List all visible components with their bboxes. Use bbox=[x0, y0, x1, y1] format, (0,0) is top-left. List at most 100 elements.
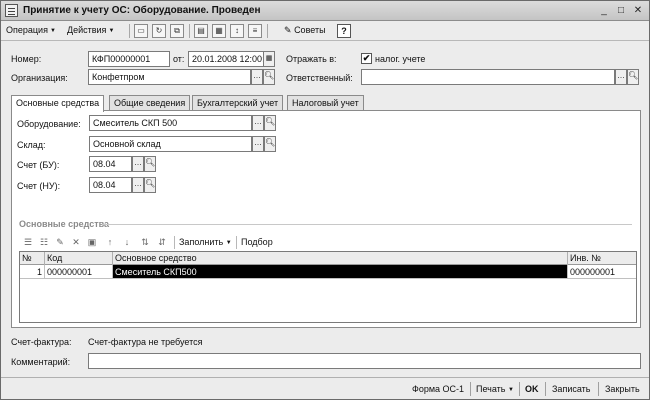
table-toolbar-separator bbox=[174, 236, 175, 249]
organization-select-button[interactable]: … bbox=[251, 69, 263, 85]
bottom-separator bbox=[598, 382, 599, 396]
add-row-icon[interactable]: ☰ bbox=[21, 235, 35, 249]
account-bu-field[interactable]: 08.04 bbox=[89, 156, 132, 172]
minimize-button[interactable]: _ bbox=[597, 4, 611, 17]
account-nu-select-button[interactable]: … bbox=[132, 177, 144, 193]
account-bu-label: Счет (БУ): bbox=[17, 160, 60, 170]
warehouse-select-button[interactable]: … bbox=[252, 136, 264, 152]
tab-fixed-assets[interactable]: Основные средства bbox=[11, 95, 105, 112]
responsible-field[interactable] bbox=[361, 69, 615, 85]
comment-label: Комментарий: bbox=[11, 357, 71, 367]
move-down-icon[interactable]: ↓ bbox=[120, 235, 134, 249]
column-header-asset[interactable]: Основное средство bbox=[113, 252, 568, 265]
reflect-label: Отражать в: bbox=[286, 54, 337, 64]
operation-menu[interactable]: Операция ▼ bbox=[6, 25, 56, 35]
bottom-separator bbox=[470, 382, 471, 396]
toolbar: Операция ▼ Действия ▼ ▭ ↻ ⧉ ▤ ▦ ↕ ≡ ✎ Сове… bbox=[1, 21, 649, 41]
column-header-number[interactable]: № bbox=[20, 252, 45, 265]
equipment-field[interactable]: Смеситель СКП 500 bbox=[89, 115, 252, 131]
toolbar-separator bbox=[189, 24, 190, 38]
comment-field[interactable] bbox=[88, 353, 641, 369]
post-icon[interactable]: ▤ bbox=[194, 24, 208, 38]
tax-accounting-checkbox[interactable]: ✔ bbox=[361, 53, 372, 64]
bottom-separator bbox=[545, 382, 546, 396]
table-row[interactable]: 1 000000001 Смеситель СКП500 000000001 bbox=[20, 265, 636, 279]
calendar-icon[interactable]: ▦ bbox=[263, 51, 275, 67]
fixed-assets-table[interactable]: № Код Основное средство Инв. № 1 0000000… bbox=[19, 251, 637, 323]
sort-asc-icon[interactable]: ⇅ bbox=[138, 235, 152, 249]
form-os1-button[interactable]: Форма ОС-1 bbox=[412, 384, 464, 394]
toolbar-separator bbox=[129, 24, 130, 38]
number-label: Номер: bbox=[11, 54, 42, 64]
fill-menu[interactable]: Заполнить ▼ bbox=[179, 237, 232, 247]
warehouse-label: Склад: bbox=[17, 140, 46, 150]
equipment-label: Оборудование: bbox=[17, 119, 81, 129]
tab-accounting[interactable]: Бухгалтерский учет bbox=[192, 95, 284, 110]
date-label: от: bbox=[173, 54, 185, 64]
delete-row-icon[interactable]: ✕ bbox=[69, 235, 83, 249]
actions-menu[interactable]: Действия ▼ bbox=[67, 25, 114, 35]
sort-icon[interactable]: ↕ bbox=[230, 24, 244, 38]
equipment-select-button[interactable]: … bbox=[252, 115, 264, 131]
refresh-icon[interactable]: ↻ bbox=[152, 24, 166, 38]
structure-icon[interactable]: ▦ bbox=[212, 24, 226, 38]
tab-tax-accounting[interactable]: Налоговый учет bbox=[287, 95, 364, 110]
save-icon[interactable]: ▭ bbox=[134, 24, 148, 38]
responsible-label: Ответственный: bbox=[286, 73, 353, 83]
tax-accounting-label: налог. учете bbox=[375, 54, 426, 64]
equipment-open-icon[interactable]: 🔍︎ bbox=[264, 115, 276, 131]
account-nu-open-icon[interactable]: 🔍︎ bbox=[144, 177, 156, 193]
table-header: № Код Основное средство Инв. № bbox=[20, 252, 636, 265]
account-bu-open-icon[interactable]: 🔍︎ bbox=[144, 156, 156, 172]
date-field[interactable]: 20.01.2008 12:00:02 bbox=[188, 51, 264, 67]
print-menu[interactable]: Печать ▼ bbox=[476, 384, 514, 394]
warehouse-open-icon[interactable]: 🔍︎ bbox=[264, 136, 276, 152]
move-up-icon[interactable]: ↑ bbox=[103, 235, 117, 249]
copy-row-icon[interactable]: ☷ bbox=[37, 235, 51, 249]
section-divider bbox=[102, 224, 632, 225]
select-button[interactable]: Подбор bbox=[241, 237, 273, 247]
document-icon bbox=[5, 4, 18, 17]
column-header-code[interactable]: Код bbox=[45, 252, 113, 265]
asset-cell[interactable]: Смеситель СКП500 bbox=[113, 265, 568, 279]
window-title: Принятие к учету ОС: Оборудование. Прове… bbox=[23, 5, 261, 16]
table-toolbar-separator bbox=[236, 236, 237, 249]
warehouse-field[interactable]: Основной склад bbox=[89, 136, 252, 152]
ok-button[interactable]: OK bbox=[525, 384, 539, 394]
bottom-separator bbox=[519, 382, 520, 396]
organization-field[interactable]: Конфетпром bbox=[88, 69, 251, 85]
sort-desc-icon[interactable]: ⇵ bbox=[155, 235, 169, 249]
column-header-inventory[interactable]: Инв. № bbox=[568, 252, 636, 265]
document-window: Принятие к учету ОС: Оборудование. Прове… bbox=[0, 0, 650, 400]
invoice-link[interactable]: Счет-фактура не требуется bbox=[88, 337, 202, 347]
code-cell[interactable]: 000000001 bbox=[45, 265, 113, 279]
fixed-assets-section-title: Основные средства bbox=[19, 219, 110, 229]
advice-button[interactable]: ✎ Советы bbox=[284, 25, 326, 36]
account-nu-label: Счет (НУ): bbox=[17, 181, 61, 191]
close-button[interactable]: Закрыть bbox=[605, 384, 640, 394]
row-number-cell: 1 bbox=[20, 265, 45, 279]
organization-open-icon[interactable]: 🔍︎ bbox=[263, 69, 275, 85]
close-window-button[interactable]: ✕ bbox=[631, 4, 645, 17]
tab-panel: Оборудование: Смеситель СКП 500 … 🔍︎ Скл… bbox=[11, 110, 641, 328]
account-bu-select-button[interactable]: … bbox=[132, 156, 144, 172]
invoice-label: Счет-фактура: bbox=[11, 337, 72, 347]
responsible-select-button[interactable]: … bbox=[615, 69, 627, 85]
maximize-button[interactable]: □ bbox=[614, 4, 628, 17]
tab-general-info[interactable]: Общие сведения bbox=[109, 95, 191, 110]
responsible-open-icon[interactable]: 🔍︎ bbox=[627, 69, 639, 85]
number-field[interactable]: КФП00000001 bbox=[88, 51, 170, 67]
end-edit-icon[interactable]: ▣ bbox=[85, 235, 99, 249]
copy-icon[interactable]: ⧉ bbox=[170, 24, 184, 38]
toolbar-separator bbox=[267, 24, 268, 38]
save-button[interactable]: Записать bbox=[552, 384, 590, 394]
edit-row-icon[interactable]: ✎ bbox=[53, 235, 67, 249]
organization-label: Организация: bbox=[11, 73, 68, 83]
advice-icon: ✎ bbox=[284, 25, 292, 35]
list-icon[interactable]: ≡ bbox=[248, 24, 262, 38]
title-bar: Принятие к учету ОС: Оборудование. Прове… bbox=[1, 1, 649, 21]
help-button[interactable]: ? bbox=[337, 24, 351, 38]
inventory-cell[interactable]: 000000001 bbox=[568, 265, 636, 279]
account-nu-field[interactable]: 08.04 bbox=[89, 177, 132, 193]
bottom-bar: Форма ОС-1 Печать ▼ OK Записать Закрыть bbox=[1, 377, 649, 399]
